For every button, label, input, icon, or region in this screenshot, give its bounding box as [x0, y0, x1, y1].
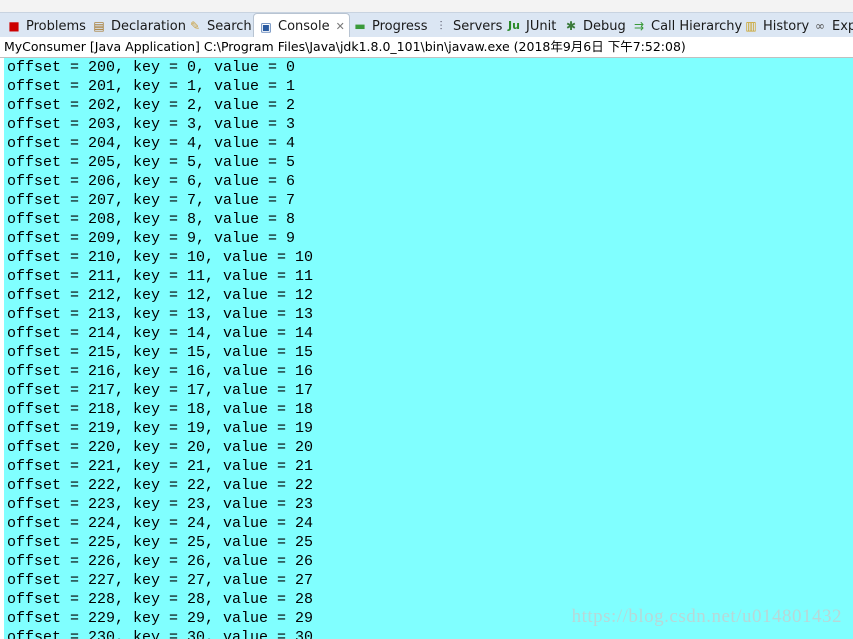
tab-expressions[interactable]: ∞ Exp	[812, 14, 853, 38]
tab-label: Problems	[26, 18, 86, 34]
console-line: offset = 200, key = 0, value = 0	[7, 59, 296, 76]
console-line: offset = 205, key = 5, value = 5	[7, 154, 296, 171]
console-line: offset = 222, key = 22, value = 22	[7, 477, 314, 494]
search-icon: ✎	[189, 19, 201, 33]
tab-label: Search	[207, 18, 252, 34]
console-icon: ▣	[260, 19, 272, 34]
tab-search[interactable]: ✎ Search	[187, 14, 252, 38]
console-line: offset = 209, key = 9, value = 9	[7, 230, 296, 247]
console-line: offset = 206, key = 6, value = 6	[7, 173, 296, 190]
tab-label: Declaration	[111, 18, 186, 34]
problems-icon: ■	[8, 19, 20, 33]
console-line: offset = 207, key = 7, value = 7	[7, 192, 296, 209]
tab-call-hierarchy[interactable]: ⇉ Call Hierarchy	[631, 14, 742, 38]
console-line: offset = 208, key = 8, value = 8	[7, 211, 296, 228]
servers-icon: ⫶	[439, 19, 443, 33]
tab-label: Servers	[453, 18, 503, 34]
console-line: offset = 223, key = 23, value = 23	[7, 496, 314, 513]
tab-declaration[interactable]: ▤ Declaration	[91, 14, 186, 38]
console-line: offset = 219, key = 19, value = 19	[7, 420, 314, 437]
console-line: offset = 215, key = 15, value = 15	[7, 344, 314, 361]
tab-history[interactable]: ▥ History	[743, 14, 809, 38]
console-line: offset = 217, key = 17, value = 17	[7, 382, 314, 399]
console-line: offset = 213, key = 13, value = 13	[7, 306, 314, 323]
close-icon[interactable]: ✕	[336, 20, 345, 33]
expressions-icon: ∞	[815, 19, 825, 33]
declaration-icon: ▤	[93, 19, 105, 33]
console-output[interactable]: offset = 200, key = 0, value = 0 offset =…	[4, 58, 853, 639]
console-line: offset = 230, key = 30, value = 30	[7, 629, 314, 639]
tab-junit[interactable]: Ju JUnit	[506, 14, 556, 38]
tab-label: Console	[278, 19, 330, 34]
tab-debug[interactable]: ✱ Debug	[563, 14, 626, 38]
tab-servers[interactable]: ⫶ Servers	[433, 14, 502, 38]
progress-icon: ▬	[354, 19, 366, 33]
debug-icon: ✱	[565, 19, 577, 33]
tab-label: History	[763, 18, 810, 34]
console-line: offset = 226, key = 26, value = 26	[7, 553, 314, 570]
console-title: MyConsumer [Java Application] C:\Program…	[0, 37, 853, 58]
tab-problems[interactable]: ■ Problems	[6, 14, 86, 38]
tab-label: Progress	[372, 18, 428, 34]
console-line: offset = 212, key = 12, value = 12	[7, 287, 314, 304]
tab-label: JUnit	[526, 18, 557, 34]
call-hierarchy-icon: ⇉	[633, 19, 645, 33]
console-line: offset = 221, key = 21, value = 21	[7, 458, 314, 475]
console-line: offset = 204, key = 4, value = 4	[7, 135, 296, 152]
history-icon: ▥	[745, 19, 757, 33]
tab-progress[interactable]: ▬ Progress	[352, 14, 427, 38]
console-line: offset = 203, key = 3, value = 3	[7, 116, 296, 133]
console-line: offset = 211, key = 11, value = 11	[7, 268, 314, 285]
junit-icon: Ju	[508, 19, 520, 32]
console-line: offset = 216, key = 16, value = 16	[7, 363, 314, 380]
tab-label: Exp	[832, 18, 853, 34]
console-line: offset = 218, key = 18, value = 18	[7, 401, 314, 418]
console-line: offset = 220, key = 20, value = 20	[7, 439, 314, 456]
console-line: offset = 214, key = 14, value = 14	[7, 325, 314, 342]
tab-label: Call Hierarchy	[651, 18, 743, 34]
watermark: https://blog.csdn.net/u014801432	[571, 606, 842, 627]
view-tab-bar: ■ Problems ▤ Declaration ✎ Search ▣ Console ✕…	[0, 12, 853, 39]
console-line: offset = 201, key = 1, value = 1	[7, 78, 296, 95]
console-line: offset = 202, key = 2, value = 2	[7, 97, 296, 114]
console-line: offset = 227, key = 27, value = 27	[7, 572, 314, 589]
console-line: offset = 210, key = 10, value = 10	[7, 249, 314, 266]
console-line: offset = 225, key = 25, value = 25	[7, 534, 314, 551]
console-line: offset = 224, key = 24, value = 24	[7, 515, 314, 532]
tab-console[interactable]: ▣ Console ✕	[253, 13, 350, 39]
tab-label: Debug	[583, 18, 626, 34]
